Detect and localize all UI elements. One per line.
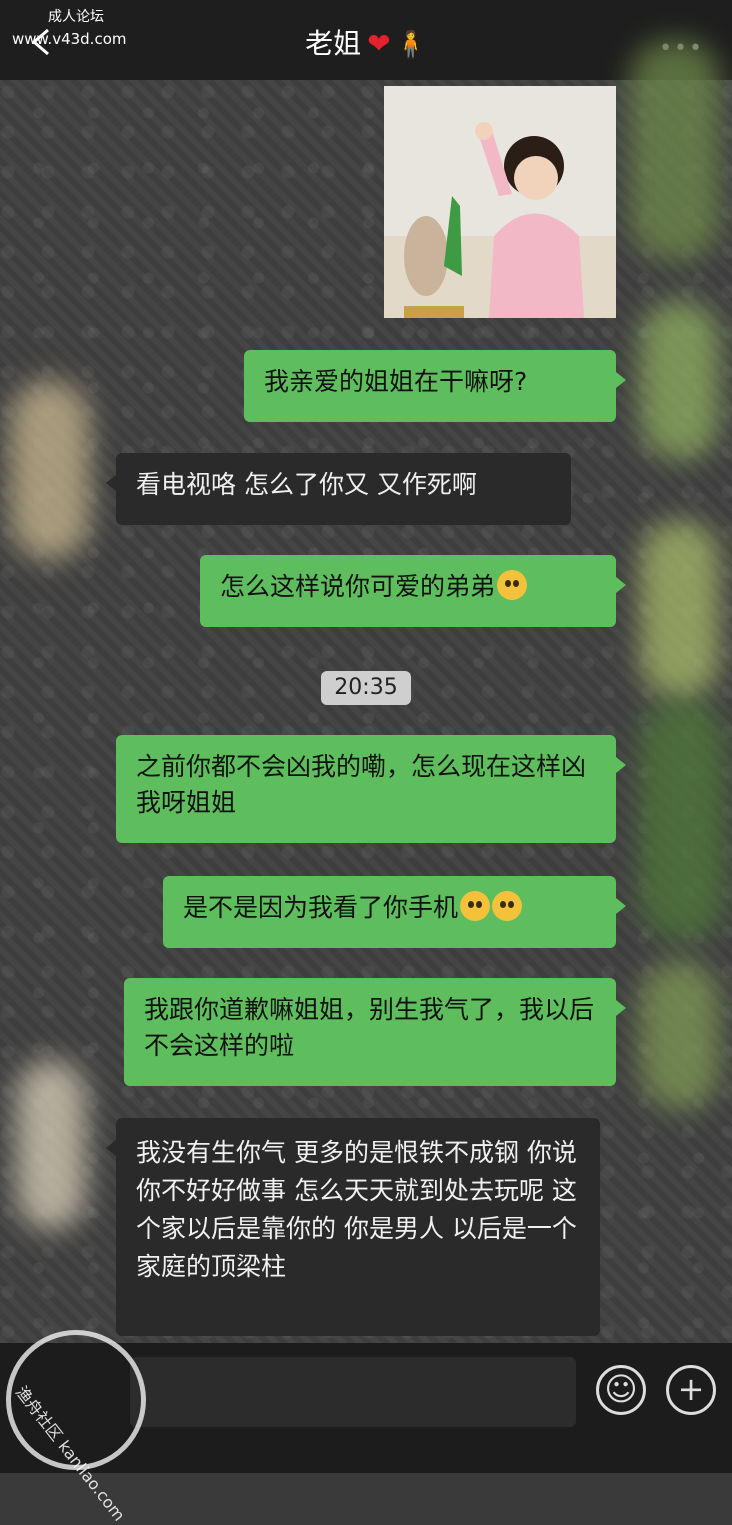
message-text: 我没有生你气 更多的是恨铁不成钢 你说你不好好做事 怎么天天就到处去玩呢 这个家… <box>136 1138 577 1281</box>
plus-icon[interactable]: + <box>666 1365 716 1415</box>
blur-mosaic <box>16 1060 86 1230</box>
pleading-face-icon <box>497 570 528 600</box>
child-photo <box>384 86 616 318</box>
message-text: 看电视咯 怎么了你又 又作死啊 <box>136 470 477 499</box>
image-message[interactable] <box>384 86 616 318</box>
message-text: 是不是因为我看了你手机 <box>183 893 459 922</box>
message-bubble-received[interactable]: 我没有生你气 更多的是恨铁不成钢 你说你不好好做事 怎么天天就到处去玩呢 这个家… <box>106 1118 600 1336</box>
top-bar: 成人论坛 www.v43d.com 老姐❤🧍 ••• <box>0 0 732 80</box>
message-bubble-sent[interactable]: 怎么这样说你可爱的弟弟 <box>200 555 626 627</box>
timestamp: 20:35 <box>321 671 411 705</box>
chat-title-text: 老姐 <box>305 27 362 60</box>
heart-icon: ❤ <box>367 27 391 60</box>
message-input[interactable] <box>130 1357 576 1427</box>
person-icon: 🧍 <box>394 30 427 60</box>
smiley-icon[interactable]: ☺ <box>596 1365 646 1415</box>
message-text: 我亲爱的姐姐在干嘛呀? <box>264 367 528 396</box>
message-bubble-sent[interactable]: 是不是因为我看了你手机 <box>163 876 626 948</box>
blur-mosaic <box>630 40 720 260</box>
message-bubble-received[interactable]: 看电视咯 怎么了你又 又作死啊 <box>106 453 571 525</box>
blur-mosaic <box>640 700 725 940</box>
sad-face-icon <box>460 891 491 921</box>
message-bubble-sent[interactable]: 我跟你道歉嘛姐姐，别生我气了，我以后不会这样的啦 <box>124 978 626 1086</box>
message-bubble-sent[interactable]: 之前你都不会凶我的嘞，怎么现在这样凶我呀姐姐 <box>116 735 626 843</box>
blur-mosaic <box>640 300 720 460</box>
message-text: 我跟你道歉嘛姐姐，别生我气了，我以后不会这样的啦 <box>144 995 595 1060</box>
blur-mosaic <box>10 380 90 560</box>
blur-mosaic <box>640 960 720 1110</box>
message-text: 怎么这样说你可爱的弟弟 <box>220 572 496 601</box>
sad-face-icon <box>492 891 523 921</box>
message-bubble-sent[interactable]: 我亲爱的姐姐在干嘛呀? <box>244 350 626 422</box>
chat-title: 老姐 ❤ 🧍 <box>0 22 732 62</box>
message-text: 之前你都不会凶我的嘞，怎么现在这样凶我呀姐姐 <box>136 752 587 817</box>
blur-mosaic <box>640 520 720 700</box>
